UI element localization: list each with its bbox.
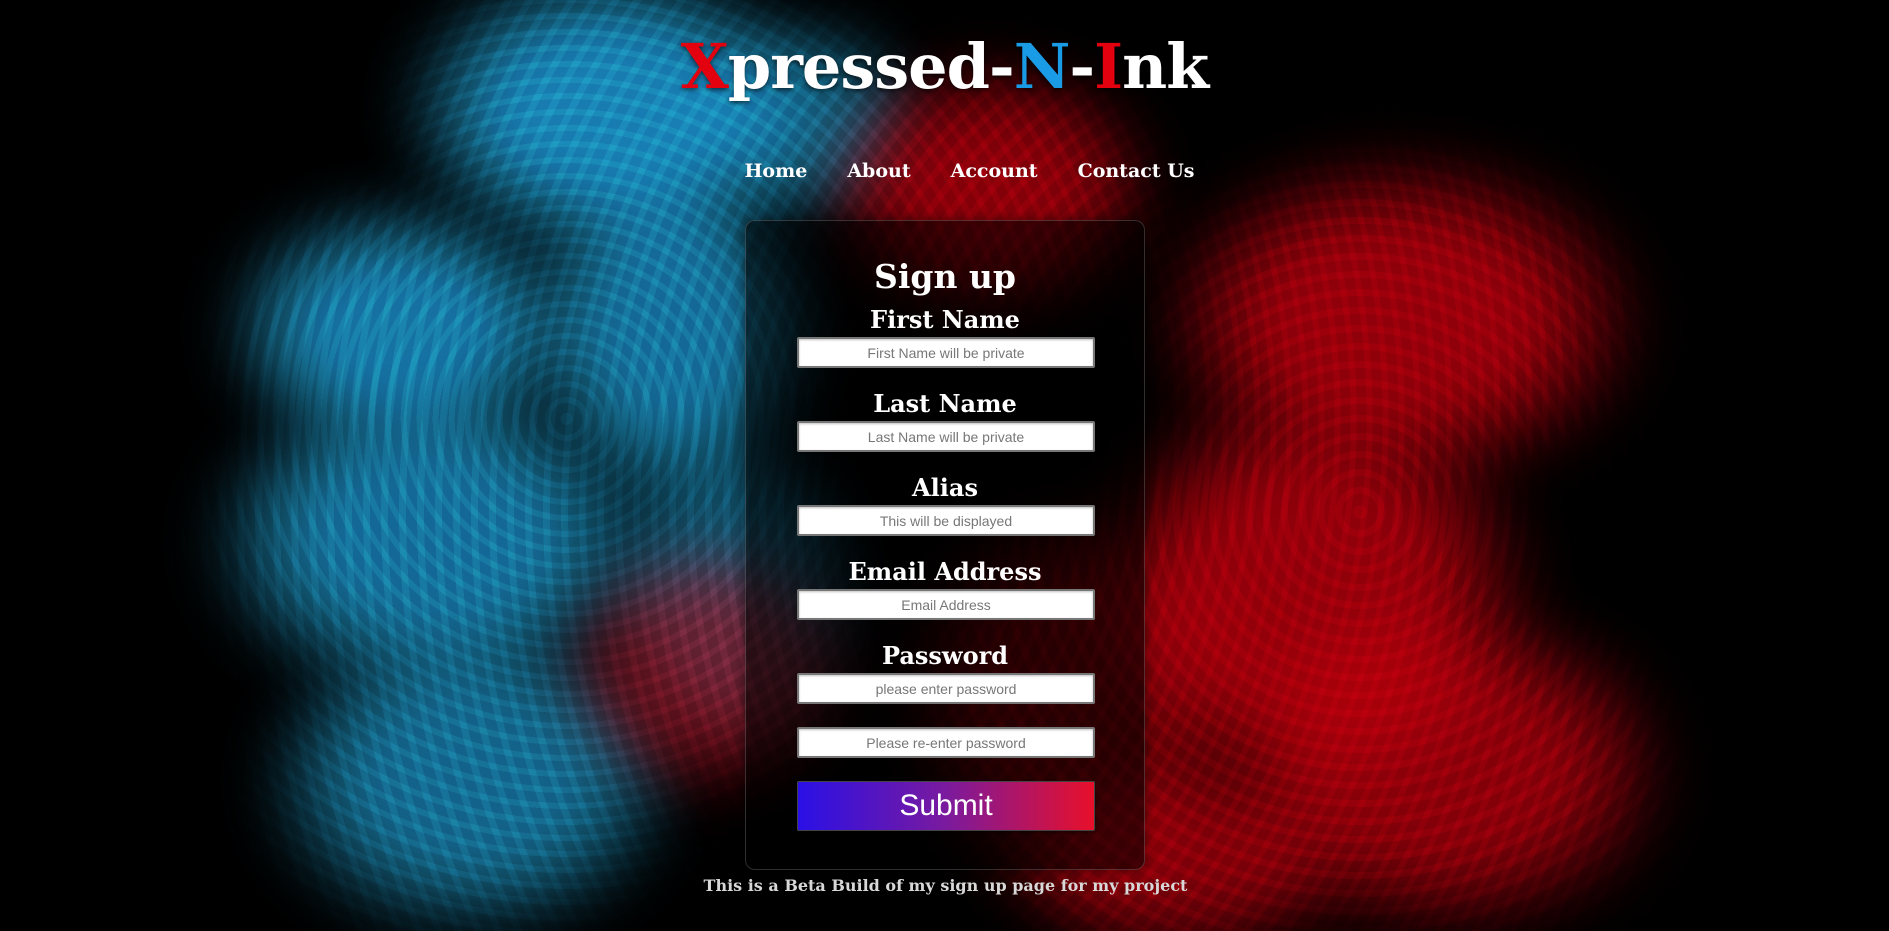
- password-label: Password: [881, 641, 1009, 670]
- logo-text-pressed: pressed-: [727, 30, 1015, 103]
- first-name-label: First Name: [870, 305, 1020, 334]
- first-name-input[interactable]: [797, 337, 1095, 368]
- password-input[interactable]: [797, 673, 1095, 704]
- logo-text-nk: nk: [1122, 30, 1209, 103]
- logo-dash: -: [1069, 30, 1095, 103]
- alias-input[interactable]: [797, 505, 1095, 536]
- logo-letter-i: I: [1094, 30, 1123, 103]
- last-name-label: Last Name: [873, 389, 1017, 418]
- password-confirm-input[interactable]: [797, 727, 1095, 758]
- logo-letter-x: X: [680, 30, 729, 103]
- nav-about-link[interactable]: About: [847, 160, 910, 182]
- beta-build-note: This is a Beta Build of my sign up page …: [703, 876, 1188, 895]
- email-label: Email Address: [848, 557, 1042, 586]
- alias-label: Alias: [912, 473, 978, 502]
- submit-button[interactable]: Submit: [797, 781, 1095, 831]
- signup-form: Sign up First Name Last Name Alias Email…: [745, 220, 1145, 870]
- site-logo: Xpressed-N-Ink: [0, 22, 1889, 112]
- last-name-input[interactable]: [797, 421, 1095, 452]
- main-nav: Home About Account Contact Us: [0, 160, 1889, 182]
- email-input[interactable]: [797, 589, 1095, 620]
- signup-title: Sign up: [874, 257, 1016, 296]
- nav-contact-link[interactable]: Contact Us: [1078, 160, 1195, 182]
- nav-home-link[interactable]: Home: [744, 160, 807, 182]
- nav-account-link[interactable]: Account: [951, 160, 1038, 182]
- logo-letter-n: N: [1013, 30, 1071, 103]
